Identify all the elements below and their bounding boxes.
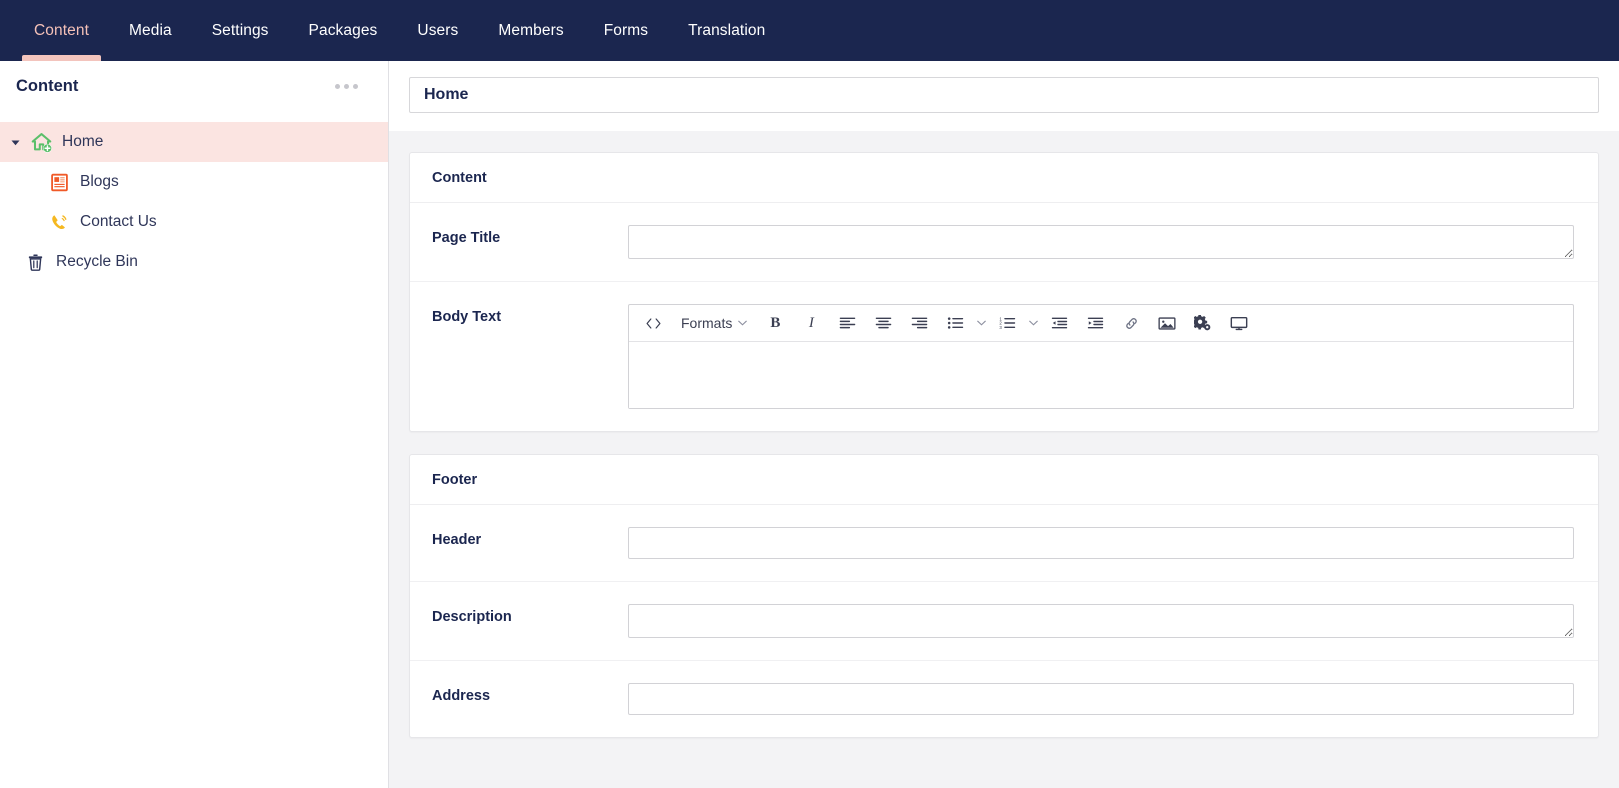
top-navigation-bar: Content Media Settings Packages Users Me… bbox=[0, 0, 1619, 61]
nav-tab-forms[interactable]: Forms bbox=[584, 0, 668, 61]
source-code-icon[interactable] bbox=[637, 309, 669, 337]
nav-tab-content[interactable]: Content bbox=[14, 0, 109, 61]
field-control bbox=[628, 604, 1574, 638]
content-tree: Home Blogs Contact Us Recycle Bin bbox=[0, 110, 388, 282]
field-control bbox=[628, 225, 1574, 259]
tree-item-contact-us[interactable]: Contact Us bbox=[0, 202, 388, 242]
field-address: Address bbox=[410, 661, 1598, 737]
page-title-input[interactable] bbox=[628, 225, 1574, 259]
field-label: Body Text bbox=[432, 309, 502, 325]
nav-tab-settings[interactable]: Settings bbox=[192, 0, 289, 61]
sidebar-header: Content bbox=[0, 61, 388, 110]
nav-tab-label: Members bbox=[498, 21, 564, 39]
rte-content-area[interactable] bbox=[629, 342, 1573, 408]
outdent-icon[interactable] bbox=[1043, 309, 1075, 337]
sidebar-options-icon[interactable] bbox=[333, 78, 360, 95]
align-right-icon[interactable] bbox=[903, 309, 935, 337]
bold-label: B bbox=[770, 314, 781, 331]
bullet-list-icon[interactable] bbox=[939, 309, 971, 337]
dot bbox=[335, 84, 340, 89]
align-left-icon[interactable] bbox=[831, 309, 863, 337]
section-title: Content bbox=[410, 153, 1598, 203]
content-section-card: Content Page Title Body Text Formats B I… bbox=[409, 152, 1599, 432]
content-sidebar: Content Home Blogs Contact Us Recycle Bi… bbox=[0, 61, 389, 788]
bullet-list-options-chevron-down-icon[interactable] bbox=[973, 309, 989, 337]
dot bbox=[353, 84, 358, 89]
nav-tab-label: Content bbox=[34, 21, 89, 39]
nav-tab-users[interactable]: Users bbox=[397, 0, 478, 61]
macro-icon[interactable] bbox=[1187, 309, 1219, 337]
nav-tab-label: Media bbox=[129, 21, 172, 39]
field-label: Header bbox=[432, 532, 482, 548]
page-name-input[interactable] bbox=[409, 77, 1599, 113]
field-control bbox=[628, 527, 1574, 559]
expand-collapse-caret-icon[interactable] bbox=[4, 137, 26, 148]
field-body-text: Body Text Formats B I 1 2 3 bbox=[410, 282, 1598, 431]
formats-dropdown[interactable]: Formats bbox=[673, 309, 755, 337]
nav-tab-members[interactable]: Members bbox=[478, 0, 583, 61]
field-header: Header bbox=[410, 505, 1598, 582]
home-icon bbox=[26, 131, 56, 154]
rich-text-editor: Formats B I 1 2 3 bbox=[628, 304, 1574, 409]
field-control: Formats B I 1 2 3 bbox=[628, 304, 1574, 409]
formats-label: Formats bbox=[681, 315, 733, 331]
tree-item-label: Home bbox=[62, 132, 104, 150]
field-label: Page Title bbox=[432, 230, 501, 246]
embed-icon[interactable] bbox=[1223, 309, 1255, 337]
nav-tab-label: Settings bbox=[211, 21, 269, 39]
main-layout: Content Home Blogs Contact Us Recycle Bi… bbox=[0, 61, 1619, 788]
article-icon bbox=[44, 173, 74, 192]
nav-tab-label: Users bbox=[417, 21, 459, 39]
nav-tab-translation[interactable]: Translation bbox=[668, 0, 785, 61]
nav-tab-media[interactable]: Media bbox=[109, 0, 192, 61]
field-label: Address bbox=[432, 688, 491, 704]
content-editor-panel: Content Page Title Body Text bbox=[389, 61, 1619, 788]
indent-icon[interactable] bbox=[1079, 309, 1111, 337]
tree-item-label: Blogs bbox=[80, 172, 119, 190]
align-center-icon[interactable] bbox=[867, 309, 899, 337]
phone-icon bbox=[44, 212, 74, 233]
nav-tab-label: Packages bbox=[308, 21, 378, 39]
bold-icon[interactable]: B bbox=[759, 309, 791, 337]
tree-item-home[interactable]: Home bbox=[0, 122, 388, 162]
header-input[interactable] bbox=[628, 527, 1574, 559]
image-icon[interactable] bbox=[1151, 309, 1183, 337]
description-input[interactable] bbox=[628, 604, 1574, 638]
page-header bbox=[389, 61, 1619, 131]
field-control bbox=[628, 683, 1574, 715]
nav-tab-packages[interactable]: Packages bbox=[289, 0, 398, 61]
sidebar-title: Content bbox=[16, 77, 79, 95]
nav-tab-label: Translation bbox=[688, 21, 766, 39]
chevron-down-icon bbox=[738, 320, 748, 326]
link-icon[interactable] bbox=[1115, 309, 1147, 337]
italic-icon[interactable]: I bbox=[795, 309, 827, 337]
section-title: Footer bbox=[410, 455, 1598, 505]
editor-scroll-area: Content Page Title Body Text Formats B I… bbox=[389, 131, 1619, 738]
tree-item-label: Contact Us bbox=[80, 212, 157, 230]
field-description: Description bbox=[410, 582, 1598, 661]
tree-item-blogs[interactable]: Blogs bbox=[0, 162, 388, 202]
dot bbox=[344, 84, 349, 89]
rte-toolbar: Formats B I 1 2 3 bbox=[629, 305, 1573, 342]
svg-text:3: 3 bbox=[999, 325, 1002, 330]
tree-item-label: Recycle Bin bbox=[56, 252, 138, 270]
trash-icon bbox=[20, 253, 50, 272]
footer-section-card: Footer Header Description Address bbox=[409, 454, 1599, 738]
address-input[interactable] bbox=[628, 683, 1574, 715]
tree-item-recycle-bin[interactable]: Recycle Bin bbox=[0, 242, 388, 282]
italic-label: I bbox=[808, 314, 814, 331]
field-page-title: Page Title bbox=[410, 203, 1598, 282]
field-label: Description bbox=[432, 609, 512, 625]
nav-tab-label: Forms bbox=[603, 21, 649, 39]
numbered-list-icon[interactable]: 1 2 3 bbox=[991, 309, 1023, 337]
numbered-list-options-chevron-down-icon[interactable] bbox=[1025, 309, 1041, 337]
